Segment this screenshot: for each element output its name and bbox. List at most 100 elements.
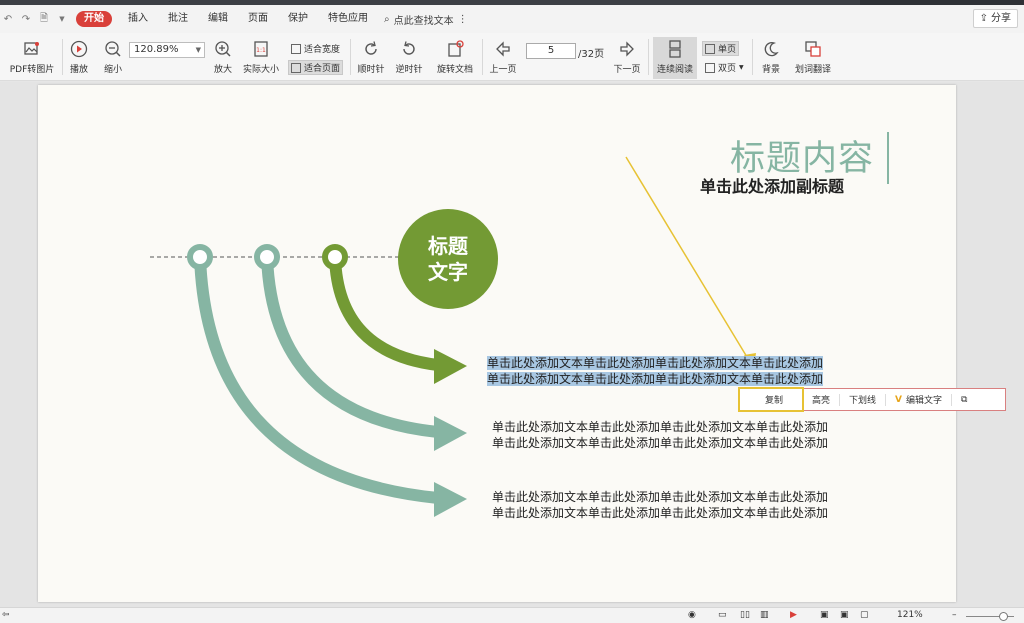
double-page-label: 双页 bbox=[718, 64, 737, 74]
selected-text-line1[interactable]: 单击此处添加文本单击此处添加单击此处添加文本单击此处添加 bbox=[487, 356, 824, 370]
zoom-in-icon bbox=[213, 39, 233, 59]
more-icon[interactable]: ⋮ bbox=[458, 14, 468, 25]
chevron-down-icon: ▼ bbox=[739, 64, 744, 71]
play-slideshow-icon[interactable]: ▶ bbox=[790, 610, 797, 620]
zoom-slider-handle[interactable] bbox=[999, 612, 1008, 621]
separator bbox=[350, 39, 351, 75]
find-text-label: 点此查找文本 bbox=[393, 15, 454, 27]
undo-icon[interactable]: ↶ bbox=[2, 14, 14, 25]
share-icon: ⇪ bbox=[979, 13, 988, 24]
translate-icon bbox=[803, 39, 823, 59]
ring-inner bbox=[322, 244, 348, 270]
translate-button[interactable]: 划词翻译 bbox=[792, 33, 834, 81]
text-block-1[interactable]: 单击此处添加文本单击此处添加单击此处添加文本单击此处添加 单击此处添加文本单击此… bbox=[487, 355, 824, 387]
continuous-read-icon bbox=[665, 39, 685, 59]
pdf-page: 标题内容 单击此处添加副标题 标题 文字 单击此处添加文本单击此处添加单击此处添… bbox=[38, 85, 956, 602]
arrow-right-icon bbox=[617, 39, 637, 59]
book-view-icon[interactable]: ▥ bbox=[760, 610, 769, 620]
double-page-button[interactable]: 双页 ▼ bbox=[703, 60, 746, 75]
page-total: /32页 bbox=[578, 49, 605, 60]
fit-icon[interactable]: ▣ bbox=[820, 610, 829, 620]
single-page-label: 单页 bbox=[718, 45, 737, 55]
rotate-doc-button[interactable]: 旋转文档 bbox=[434, 33, 476, 81]
underline-button[interactable]: 下划线 bbox=[840, 389, 885, 410]
fit-width-button[interactable]: 适合宽度 bbox=[289, 41, 342, 56]
play-label: 播放 bbox=[69, 65, 88, 75]
background-button[interactable]: 背景 bbox=[756, 33, 786, 81]
separator bbox=[62, 39, 63, 75]
text-block-2[interactable]: 单击此处添加文本单击此处添加单击此处添加文本单击此处添加 单击此处添加文本单击此… bbox=[492, 419, 828, 451]
arrowhead-middle bbox=[434, 416, 467, 451]
text-block-3-line1: 单击此处添加文本单击此处添加单击此处添加文本单击此处添加 bbox=[492, 490, 829, 504]
menu-annotate[interactable]: 批注 bbox=[158, 5, 198, 33]
menu-start[interactable]: 开始 bbox=[76, 11, 112, 27]
edit-text-icon: V bbox=[895, 394, 903, 405]
play-icon bbox=[69, 39, 89, 59]
highlight-button[interactable]: 高亮 bbox=[803, 389, 839, 410]
selected-text-line2[interactable]: 单击此处添加文本单击此处添加单击此处添加文本单击此处添加 bbox=[487, 372, 824, 386]
play-button[interactable]: 播放 bbox=[66, 33, 92, 81]
zoom-value: 120.89% bbox=[134, 44, 179, 55]
title-accent-bar bbox=[887, 132, 889, 184]
text-block-2-line2: 单击此处添加文本单击此处添加单击此处添加文本单击此处添加 bbox=[492, 436, 829, 450]
actual-size-button[interactable]: 1:1 实际大小 bbox=[240, 33, 282, 81]
arrowhead-inner bbox=[434, 349, 467, 384]
fit-page-label: 适合页面 bbox=[304, 64, 341, 74]
prev-page-button[interactable]: 上一页 bbox=[486, 33, 520, 81]
selection-context-toolbar: 复制 高亮 下划线 V 编辑文字 ⧉ bbox=[737, 387, 1006, 412]
rotate-counterclockwise-icon bbox=[399, 39, 419, 59]
eye-icon[interactable]: ◉ bbox=[688, 610, 696, 620]
single-page-button[interactable]: 单页 bbox=[702, 41, 740, 56]
ribbon-toolbar: PDF转图片 播放 缩小 120.89% ▼ 放大 1:1 实际大小 适合宽度 … bbox=[0, 33, 1024, 81]
moon-icon bbox=[761, 39, 781, 59]
single-view-icon[interactable]: ▭ bbox=[718, 610, 727, 620]
nav-arrow-icon[interactable]: ⇦ bbox=[2, 610, 10, 620]
edit-text-button[interactable]: V 编辑文字 bbox=[886, 389, 951, 410]
page-number-input[interactable]: 5 bbox=[526, 43, 576, 59]
translate-selection-button[interactable]: ⧉ bbox=[952, 389, 976, 410]
save-icon[interactable]: 🗎 bbox=[38, 11, 50, 28]
document-viewport[interactable]: 标题内容 单击此处添加副标题 标题 文字 单击此处添加文本单击此处添加单击此处添… bbox=[0, 82, 1024, 607]
zoom-out-button[interactable]: 缩小 bbox=[100, 33, 126, 81]
share-button[interactable]: ⇪ 分享 bbox=[972, 9, 1018, 28]
arrow-left-icon bbox=[493, 39, 513, 59]
redo-icon[interactable]: ↷ bbox=[20, 14, 32, 25]
continuous-read-label: 连续阅读 bbox=[656, 65, 693, 75]
menu-edit[interactable]: 编辑 bbox=[198, 5, 238, 33]
search-icon: ⌕ bbox=[384, 13, 390, 25]
zoom-percent: 121% bbox=[897, 610, 923, 620]
find-text[interactable]: ⌕ 点此查找文本 ⋮ bbox=[384, 12, 468, 27]
rotate-cw-button[interactable]: 顺时针 bbox=[356, 33, 386, 81]
copy-button[interactable]: 复制 bbox=[737, 387, 805, 412]
dropdown-icon[interactable]: ▼ bbox=[56, 15, 68, 23]
zoom-select[interactable]: 120.89% ▼ bbox=[129, 42, 205, 58]
zoom-out-status-icon[interactable]: – bbox=[952, 610, 957, 620]
menu-features[interactable]: 特色应用 bbox=[318, 5, 378, 33]
fit-page-status-icon[interactable]: ▣ bbox=[840, 610, 849, 620]
double-view-icon[interactable]: ▯▯ bbox=[740, 610, 750, 620]
fit-page-button[interactable]: 适合页面 bbox=[288, 60, 344, 75]
pdf-to-image-button[interactable]: PDF转图片 bbox=[8, 33, 56, 81]
background-label: 背景 bbox=[761, 65, 780, 75]
actual-size-status-icon[interactable]: ▢ bbox=[860, 610, 869, 620]
menu-protect[interactable]: 保护 bbox=[278, 5, 318, 33]
rotate-clockwise-icon bbox=[361, 39, 381, 59]
separator bbox=[482, 39, 483, 75]
menu-insert[interactable]: 插入 bbox=[118, 5, 158, 33]
zoom-out-icon bbox=[103, 39, 123, 59]
fit-width-icon bbox=[291, 43, 301, 54]
rotate-ccw-button[interactable]: 逆时针 bbox=[394, 33, 424, 81]
next-page-button[interactable]: 下一页 bbox=[610, 33, 644, 81]
translate-label: 划词翻译 bbox=[794, 65, 831, 75]
quick-access: ↶ ↷ 🗎 ▼ bbox=[0, 11, 68, 28]
svg-text:1:1: 1:1 bbox=[256, 47, 266, 54]
zoom-in-button[interactable]: 放大 bbox=[210, 33, 236, 81]
actual-size-icon: 1:1 bbox=[251, 39, 271, 59]
circle-title-badge: 标题 文字 bbox=[398, 209, 498, 309]
zoom-out-label: 缩小 bbox=[103, 65, 122, 75]
continuous-read-button[interactable]: 连续阅读 bbox=[653, 33, 697, 81]
text-block-3[interactable]: 单击此处添加文本单击此处添加单击此处添加文本单击此处添加 单击此处添加文本单击此… bbox=[492, 489, 828, 521]
menu-page[interactable]: 页面 bbox=[238, 5, 278, 33]
ring-middle bbox=[254, 244, 280, 270]
slide-subtitle: 单击此处添加副标题 bbox=[700, 177, 845, 196]
